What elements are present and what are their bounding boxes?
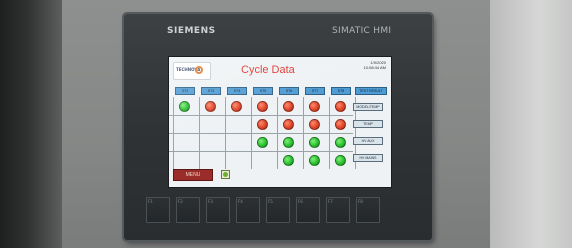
status-lamp-red — [335, 119, 346, 130]
side-button-model-temp[interactable]: MODEL/TEMP — [353, 103, 383, 111]
grid-line-horizontal — [169, 133, 353, 134]
function-key-label: F7 — [328, 199, 333, 204]
function-key-f3[interactable]: F3 — [206, 197, 230, 223]
status-lamp-red — [309, 101, 320, 112]
status-lamp-green — [335, 137, 346, 148]
time-display: 10:08:44 AM — [363, 65, 386, 70]
logo-ring-icon — [195, 66, 203, 74]
grid-line-horizontal — [169, 151, 353, 152]
status-lamp-green — [309, 137, 320, 148]
side-button-hv-aux[interactable]: HV AUX — [353, 137, 383, 145]
function-key-label: F6 — [298, 199, 303, 204]
function-key-f2[interactable]: F2 — [176, 197, 200, 223]
status-lamp-red — [231, 101, 242, 112]
function-key-f5[interactable]: F5 — [266, 197, 290, 223]
company-logo: TECHNOVA — [173, 62, 211, 80]
side-button-hv-mains[interactable]: HV MAINS — [353, 154, 383, 162]
status-lamp-green — [283, 137, 294, 148]
station-header-st2[interactable]: ST2 — [175, 87, 195, 95]
function-key-label: F4 — [238, 199, 243, 204]
status-lamp-red — [257, 119, 268, 130]
background-wall-left — [0, 0, 62, 248]
function-key-label: F2 — [178, 199, 183, 204]
status-lamp-green — [283, 155, 294, 166]
function-key-label: F1 — [148, 199, 153, 204]
station-header-st7[interactable]: ST7 — [305, 87, 325, 95]
function-key-f6[interactable]: F6 — [296, 197, 320, 223]
function-key-f4[interactable]: F4 — [236, 197, 260, 223]
screen-title: Cycle Data — [241, 64, 295, 76]
function-key-row: F1 F2 F3 F4 F5 F6 F7 F8 — [146, 197, 406, 227]
station-header-st8[interactable]: ST8 — [331, 87, 351, 95]
status-lamp-red — [257, 101, 268, 112]
status-lamp-green — [309, 155, 320, 166]
siemens-brand-label: SIEMENS — [167, 26, 216, 36]
station-header-st4[interactable]: ST4 — [227, 87, 247, 95]
function-key-label: F8 — [358, 199, 363, 204]
side-button-temp[interactable]: TEMP — [353, 120, 383, 128]
function-key-f8[interactable]: F8 — [356, 197, 380, 223]
function-key-label: F5 — [268, 199, 273, 204]
status-lamp-green — [257, 137, 268, 148]
function-key-f7[interactable]: F7 — [326, 197, 350, 223]
test-result-button[interactable]: TEST RESULT — [355, 87, 387, 95]
station-header-st5[interactable]: ST5 — [253, 87, 273, 95]
menu-button[interactable]: MENU — [173, 169, 213, 181]
status-lamp-red — [335, 101, 346, 112]
status-lamp-green — [179, 101, 190, 112]
status-lamp-green — [335, 155, 346, 166]
background-wall-right — [490, 0, 572, 248]
station-header-st6[interactable]: ST6 — [279, 87, 299, 95]
status-icon[interactable] — [221, 170, 230, 179]
function-key-label: F3 — [208, 199, 213, 204]
status-lamp-red — [283, 101, 294, 112]
status-lamp-red — [205, 101, 216, 112]
simatic-hmi-label: SIMATIC HMI — [332, 26, 392, 36]
hmi-screen: TECHNOVA Cycle Data 1/9/2020 10:08:44 AM… — [168, 56, 392, 188]
station-header-st3[interactable]: ST3 — [201, 87, 221, 95]
status-lamp-red — [309, 119, 320, 130]
status-lamp-red — [283, 119, 294, 130]
grid-line-horizontal — [169, 115, 353, 116]
function-key-f1[interactable]: F1 — [146, 197, 170, 223]
